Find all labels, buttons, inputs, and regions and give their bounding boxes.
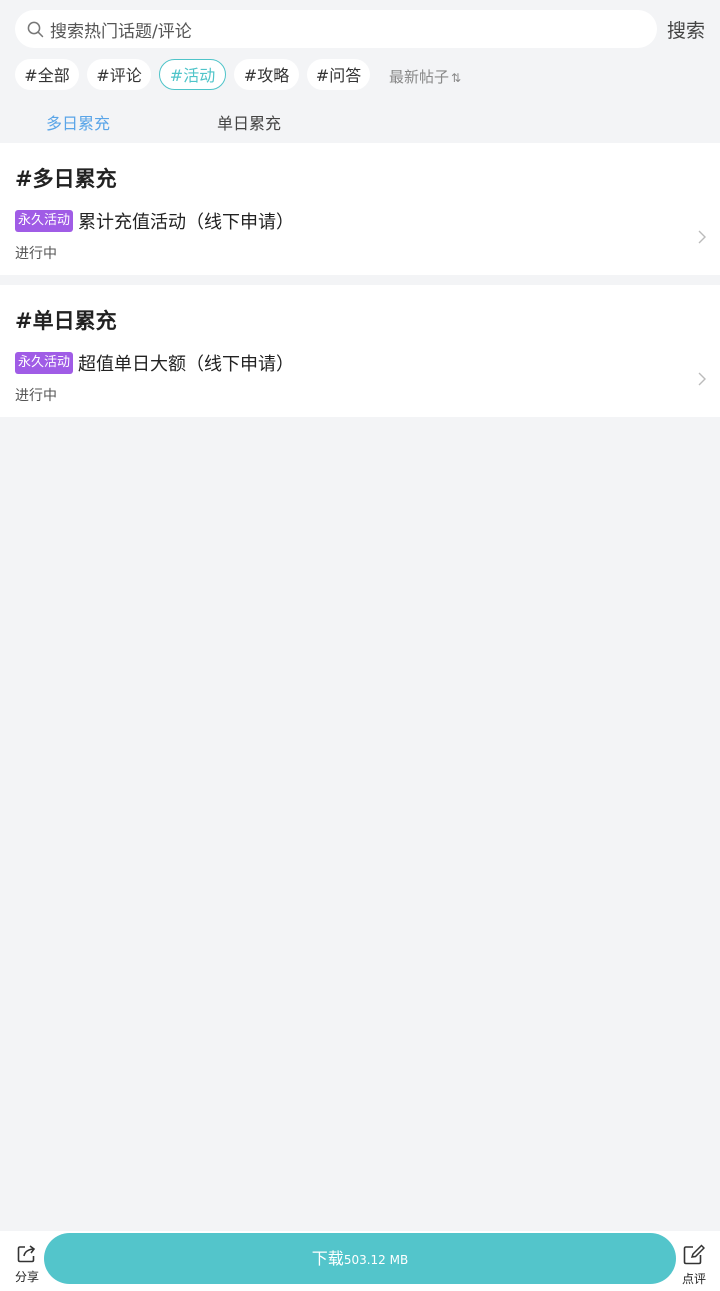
search-button[interactable]: 搜索 <box>667 16 705 43</box>
chevron-right-icon <box>698 230 706 244</box>
sub-tabs: 多日累充 单日累充 <box>0 100 720 140</box>
search-row: 搜索热门话题/评论 搜索 <box>0 0 720 58</box>
tag-filter-row: #全部 #评论 #活动 #攻略 #问答 最新帖子 ⇅ <box>0 59 720 91</box>
search-placeholder: 搜索热门话题/评论 <box>50 21 192 42</box>
sort-icon: ⇅ <box>451 71 462 85</box>
sort-label: 最新帖子 <box>389 68 450 86</box>
section-single-day: #单日累充 永久活动 超值单日大额（线下申请） 进行中 <box>0 285 720 417</box>
download-button[interactable]: 下载503.12 MB <box>44 1233 676 1284</box>
share-button[interactable]: 分享 <box>12 1244 42 1285</box>
tag-all[interactable]: #全部 <box>15 59 79 90</box>
tag-comment[interactable]: #评论 <box>87 59 151 90</box>
tag-qa[interactable]: #问答 <box>307 59 370 90</box>
tab-single-day-recharge[interactable]: 单日累充 <box>217 110 281 134</box>
download-label: 下载 <box>311 1249 344 1268</box>
page: 搜索热门话题/评论 搜索 #全部 #评论 #活动 #攻略 #问答 最新帖子 ⇅ 多… <box>0 0 720 1291</box>
bottom-bar: 分享 下载503.12 MB 点评 <box>0 1231 720 1291</box>
permanent-badge: 永久活动 <box>15 210 74 232</box>
review-label: 点评 <box>681 1272 706 1286</box>
tag-guide[interactable]: #攻略 <box>234 59 299 90</box>
section-multi-day: #多日累充 永久活动 累计充值活动（线下申请） 进行中 <box>0 143 720 275</box>
tag-activity[interactable]: #活动 <box>159 59 226 90</box>
section-title: #多日累充 <box>15 167 117 191</box>
chevron-right-icon <box>698 372 706 386</box>
download-size: 503.12 MB <box>343 1253 409 1267</box>
tab-multi-day-recharge[interactable]: 多日累充 <box>46 110 110 134</box>
share-label: 分享 <box>14 1270 39 1284</box>
sort-dropdown[interactable]: 最新帖子 ⇅ <box>389 66 461 87</box>
search-input[interactable]: 搜索热门话题/评论 <box>15 10 657 48</box>
share-icon <box>17 1245 36 1263</box>
activity-title[interactable]: 超值单日大额（线下申请） <box>78 350 294 376</box>
activity-status: 进行中 <box>15 246 57 262</box>
search-icon <box>27 21 44 37</box>
activity-title[interactable]: 累计充值活动（线下申请） <box>78 208 294 234</box>
activity-status: 进行中 <box>15 388 57 404</box>
edit-icon <box>683 1244 706 1265</box>
permanent-badge: 永久活动 <box>15 352 74 374</box>
review-button[interactable]: 点评 <box>680 1244 708 1287</box>
section-title: #单日累充 <box>15 309 117 333</box>
